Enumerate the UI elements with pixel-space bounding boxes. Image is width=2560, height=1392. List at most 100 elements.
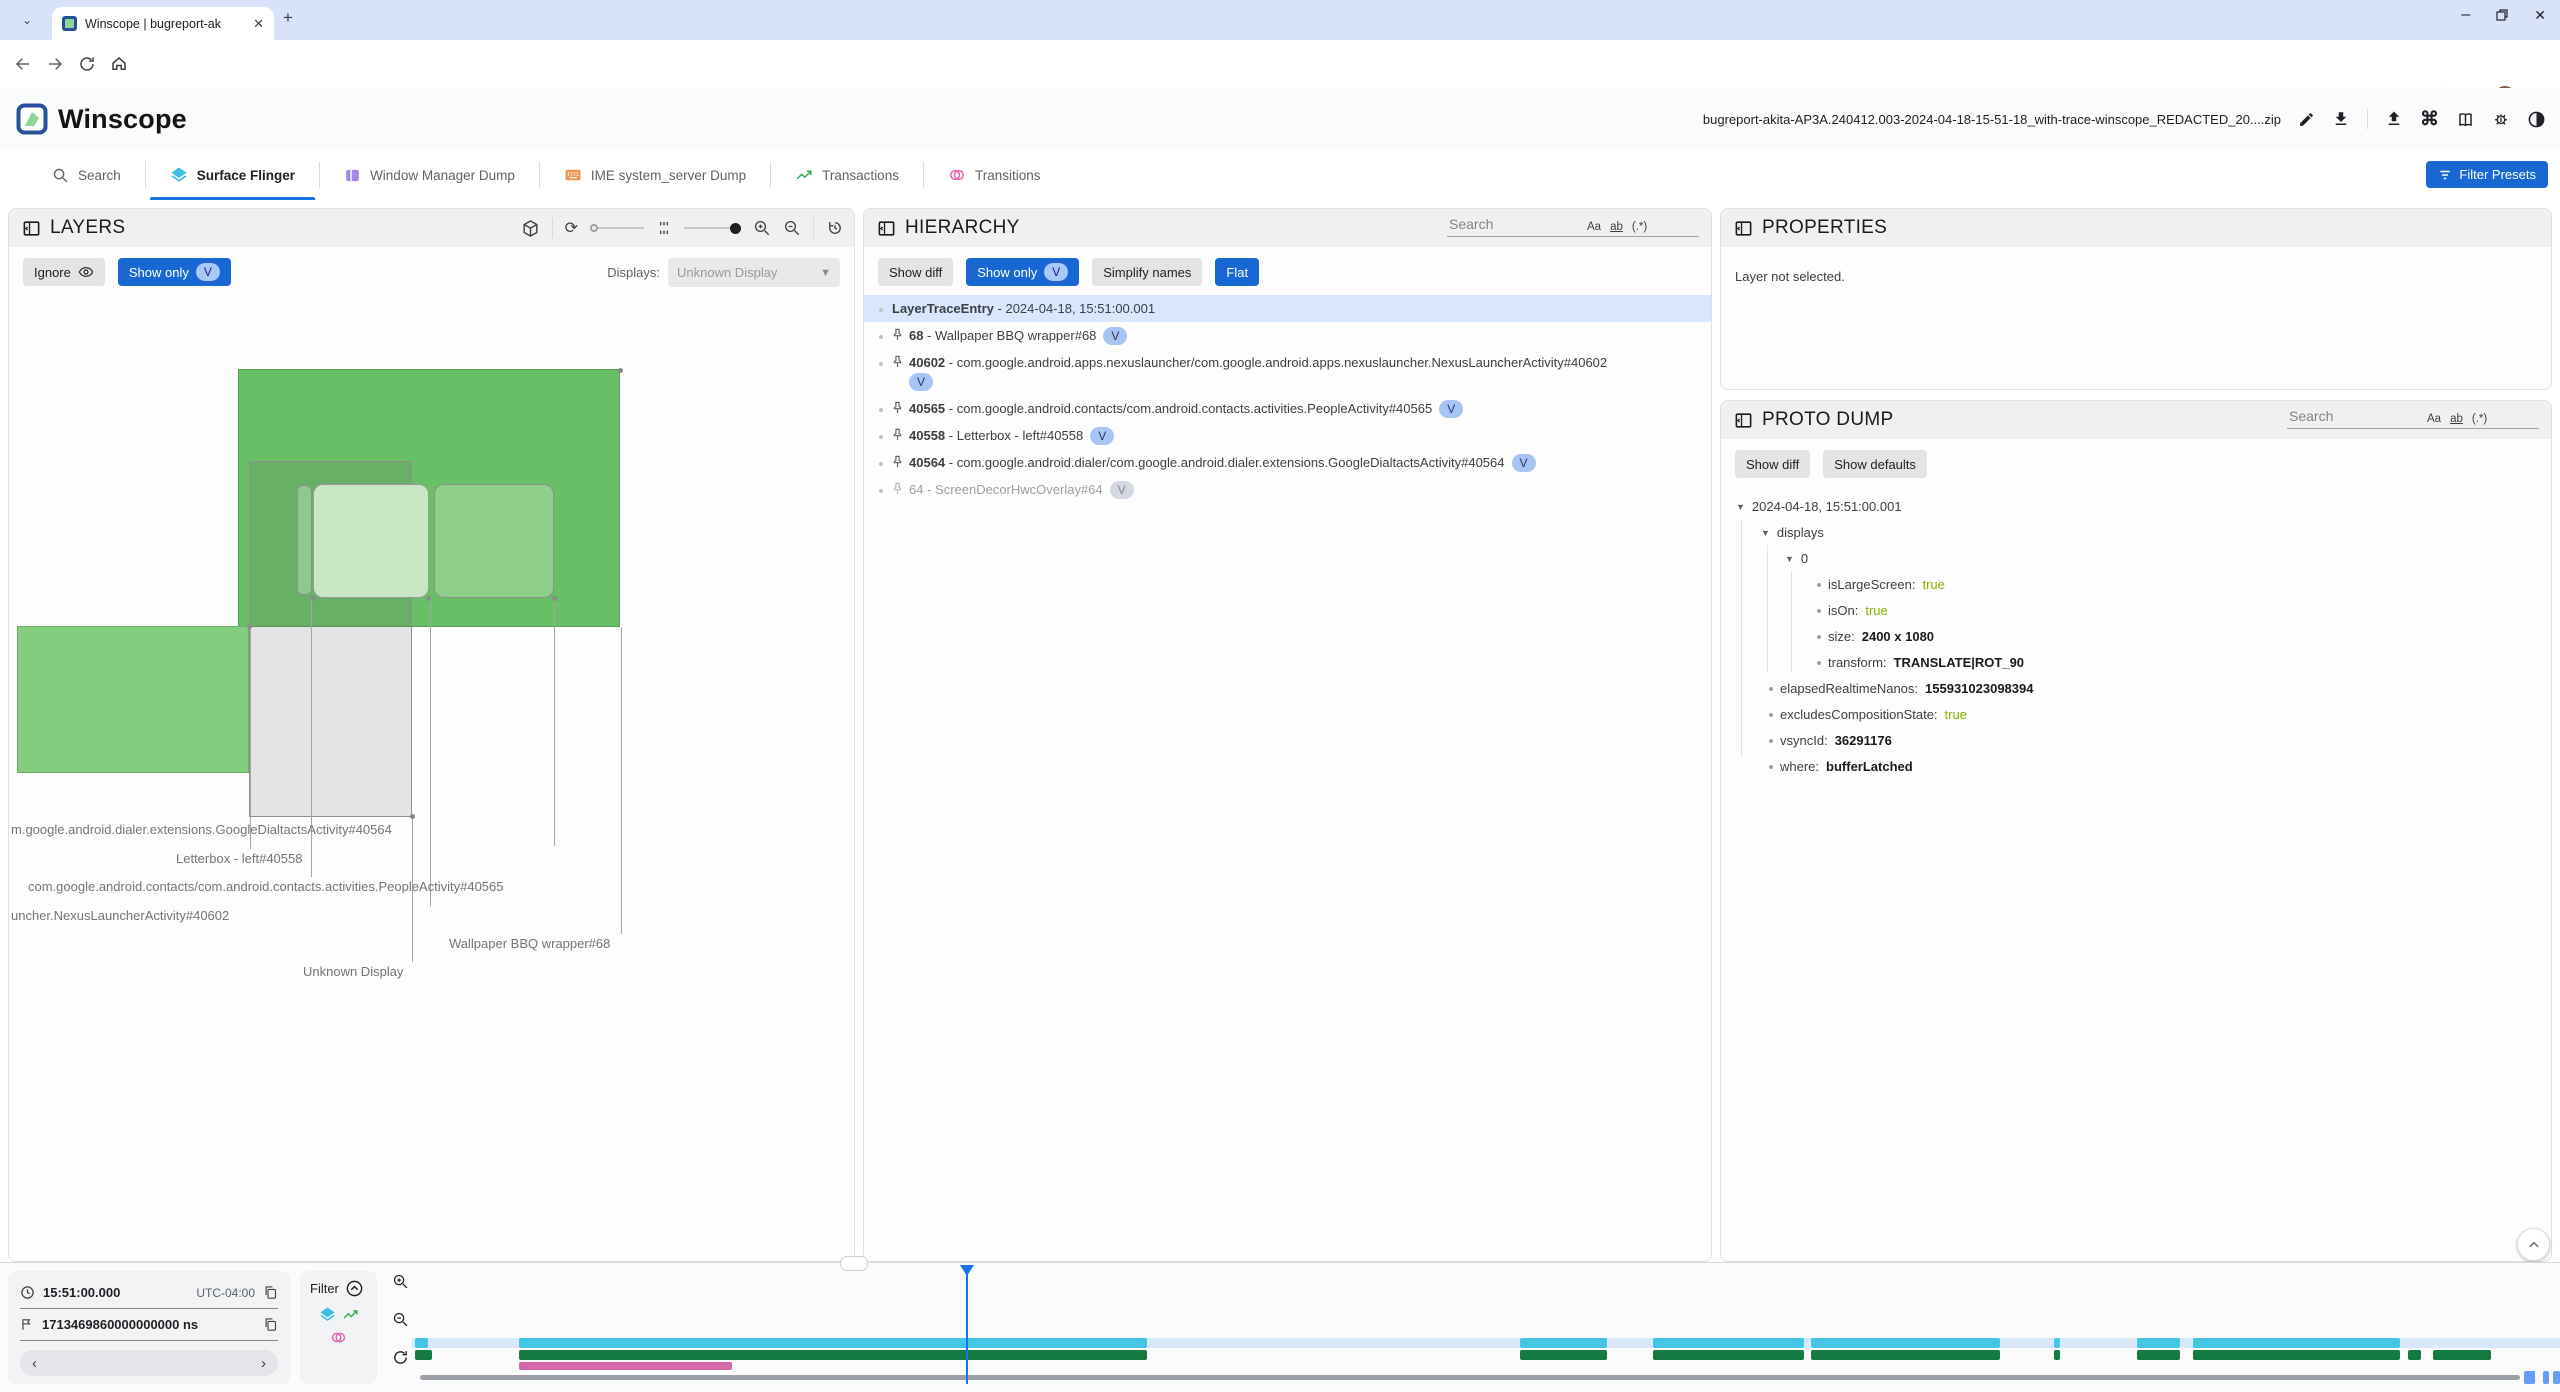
zoom-in-icon[interactable] (753, 219, 771, 237)
tab-search[interactable]: Search (28, 150, 145, 200)
new-tab-button[interactable]: + (283, 8, 293, 28)
flat-button[interactable]: Flat (1215, 258, 1259, 286)
regex-icon[interactable]: (.*) (1632, 221, 1647, 233)
show-only-button[interactable]: Show only V (966, 258, 1079, 286)
ignore-button[interactable]: Ignore (23, 258, 105, 286)
simplify-names-button[interactable]: Simplify names (1092, 258, 1202, 286)
show-diff-button[interactable]: Show diff (878, 258, 953, 286)
browser-tab[interactable]: Winscope | bugreport-ak ✕ (52, 7, 274, 40)
transitions-trace-icon[interactable] (330, 1329, 347, 1346)
regex-icon[interactable]: (.*) (2472, 413, 2487, 425)
documentation-book-icon[interactable] (2456, 110, 2475, 129)
home-icon[interactable] (110, 55, 128, 73)
timeline-segment-surface-flinger[interactable] (519, 1338, 1147, 1348)
scroll-to-top-button[interactable] (2517, 1228, 2550, 1261)
collapse-arrow-icon[interactable]: ▼ (1761, 520, 1770, 546)
timeline-segment-transactions[interactable] (2193, 1350, 2400, 1360)
tree-node[interactable]: 40564 - com.google.android.dialer/com.go… (864, 449, 1711, 476)
keyboard-shortcuts-icon[interactable]: ⌘ (2420, 108, 2439, 131)
timeline-cursor-head[interactable] (960, 1265, 974, 1276)
transactions-trace-icon[interactable] (342, 1306, 359, 1323)
timeline-segment-surface-flinger[interactable] (1520, 1338, 1607, 1348)
timeline-segment-transactions[interactable] (2054, 1350, 2060, 1360)
previous-frame-icon[interactable]: ‹ (32, 1355, 37, 1372)
proto-leaf[interactable]: vsyncId:36291176 (1721, 728, 2551, 754)
copy-icon[interactable] (263, 1317, 278, 1332)
layer-rect[interactable] (297, 485, 312, 595)
proto-node[interactable]: ▼0 (1721, 546, 2551, 572)
separation-slider[interactable] (684, 223, 741, 234)
proto-leaf[interactable]: elapsedRealtimeNanos:155931023098394 (1721, 676, 2551, 702)
tab-transactions[interactable]: Transactions (771, 150, 923, 200)
collapse-panel-icon[interactable] (877, 219, 896, 238)
filter-presets-button[interactable]: Filter Presets (2426, 161, 2548, 188)
restore-window-icon[interactable] (2496, 9, 2508, 21)
reset-view-history-icon[interactable] (826, 219, 844, 237)
show-defaults-button[interactable]: Show defaults (1823, 450, 1927, 478)
display-select[interactable]: Unknown Display ▼ (668, 258, 840, 287)
next-frame-icon[interactable]: › (261, 1355, 266, 1372)
report-bug-icon[interactable] (2492, 110, 2510, 128)
proto-leaf[interactable]: size:2400 x 1080 (1721, 624, 2551, 650)
edit-file-icon[interactable] (2298, 111, 2315, 128)
timeline-reset-zoom-icon[interactable] (392, 1349, 409, 1366)
timeline-segment-surface-flinger[interactable] (1811, 1338, 2000, 1348)
layers-canvas[interactable]: m.google.android.dialer.extensions.Googl… (9, 293, 854, 1261)
tree-node-root[interactable]: LayerTraceEntry - 2024-04-18, 15:51:00.0… (864, 295, 1711, 322)
timeline-segment-transactions[interactable] (1653, 1350, 1804, 1360)
pin-icon[interactable] (892, 401, 903, 414)
timeline-segment-transactions[interactable] (2433, 1350, 2491, 1360)
timeline-segment-surface-flinger[interactable] (1653, 1338, 1804, 1348)
timeline-segment-transactions[interactable] (519, 1350, 1147, 1360)
timeline-segment-surface-flinger[interactable] (2193, 1338, 2400, 1348)
timeline-zoom-out-icon[interactable] (392, 1311, 409, 1328)
timeline-segment-transactions[interactable] (1811, 1350, 2000, 1360)
download-traces-icon[interactable] (2332, 110, 2350, 128)
3d-view-cube-icon[interactable] (521, 219, 540, 238)
proto-node[interactable]: ▼displays (1721, 520, 2551, 546)
proto-node[interactable]: ▼2024-04-18, 15:51:00.001 (1721, 494, 2551, 520)
pin-icon[interactable] (892, 428, 903, 441)
timeline-segment-transactions[interactable] (415, 1350, 432, 1360)
tree-node[interactable]: 64 - ScreenDecorHwcOverlay#64V (864, 476, 1711, 503)
proto-leaf[interactable]: where:bufferLatched (1721, 754, 2551, 780)
copy-icon[interactable] (263, 1285, 278, 1300)
close-window-icon[interactable]: ✕ (2534, 7, 2546, 24)
minimize-window-icon[interactable]: – (2461, 6, 2470, 24)
timeline-cursor[interactable] (966, 1266, 968, 1384)
timeline-scrollbar[interactable] (420, 1375, 2520, 1380)
tree-node[interactable]: 40602 - com.google.android.apps.nexuslau… (864, 349, 1711, 395)
proto-leaf[interactable]: isOn:true (1721, 598, 2551, 624)
tab-transitions[interactable]: Transitions (924, 150, 1065, 200)
reload-icon[interactable] (78, 55, 96, 73)
timeline-track-area[interactable] (412, 1263, 2560, 1391)
match-case-icon[interactable]: Aa (1587, 221, 1601, 233)
timeline-segment-transitions[interactable] (519, 1362, 732, 1370)
proto-leaf[interactable]: excludesCompositionState:true (1721, 702, 2551, 728)
match-word-icon[interactable]: ab (2450, 413, 2463, 425)
show-only-button[interactable]: Show only V (118, 258, 231, 286)
layer-rect[interactable] (434, 484, 554, 598)
rotation-slider[interactable] (590, 224, 644, 232)
close-tab-icon[interactable]: ✕ (253, 16, 264, 32)
dark-mode-toggle-icon[interactable] (2527, 110, 2546, 129)
surface-flinger-trace-icon[interactable] (319, 1306, 336, 1323)
proto-search-input[interactable] (2287, 407, 2421, 425)
zoom-out-icon[interactable] (783, 219, 801, 237)
pin-icon[interactable] (892, 328, 903, 341)
forward-icon[interactable] (46, 55, 64, 73)
layer-rect[interactable] (313, 484, 429, 598)
upload-icon[interactable] (2385, 110, 2403, 128)
timeline-segment-surface-flinger[interactable] (415, 1338, 428, 1348)
match-case-icon[interactable]: Aa (2427, 413, 2441, 425)
pin-icon[interactable] (892, 482, 903, 495)
timeline-segment-surface-flinger[interactable] (2137, 1338, 2180, 1348)
tree-node[interactable]: 68 - Wallpaper BBQ wrapper#68V (864, 322, 1711, 349)
proto-leaf[interactable]: transform:TRANSLATE|ROT_90 (1721, 650, 2551, 676)
timeline-segment-transactions[interactable] (2137, 1350, 2180, 1360)
collapse-panel-icon[interactable] (22, 219, 41, 238)
collapse-arrow-icon[interactable]: ▼ (1736, 494, 1745, 520)
collapse-panel-icon[interactable] (1734, 411, 1753, 430)
tab-window-manager-dump[interactable]: Window Manager Dump (320, 150, 539, 200)
hierarchy-search-input[interactable] (1447, 215, 1581, 233)
